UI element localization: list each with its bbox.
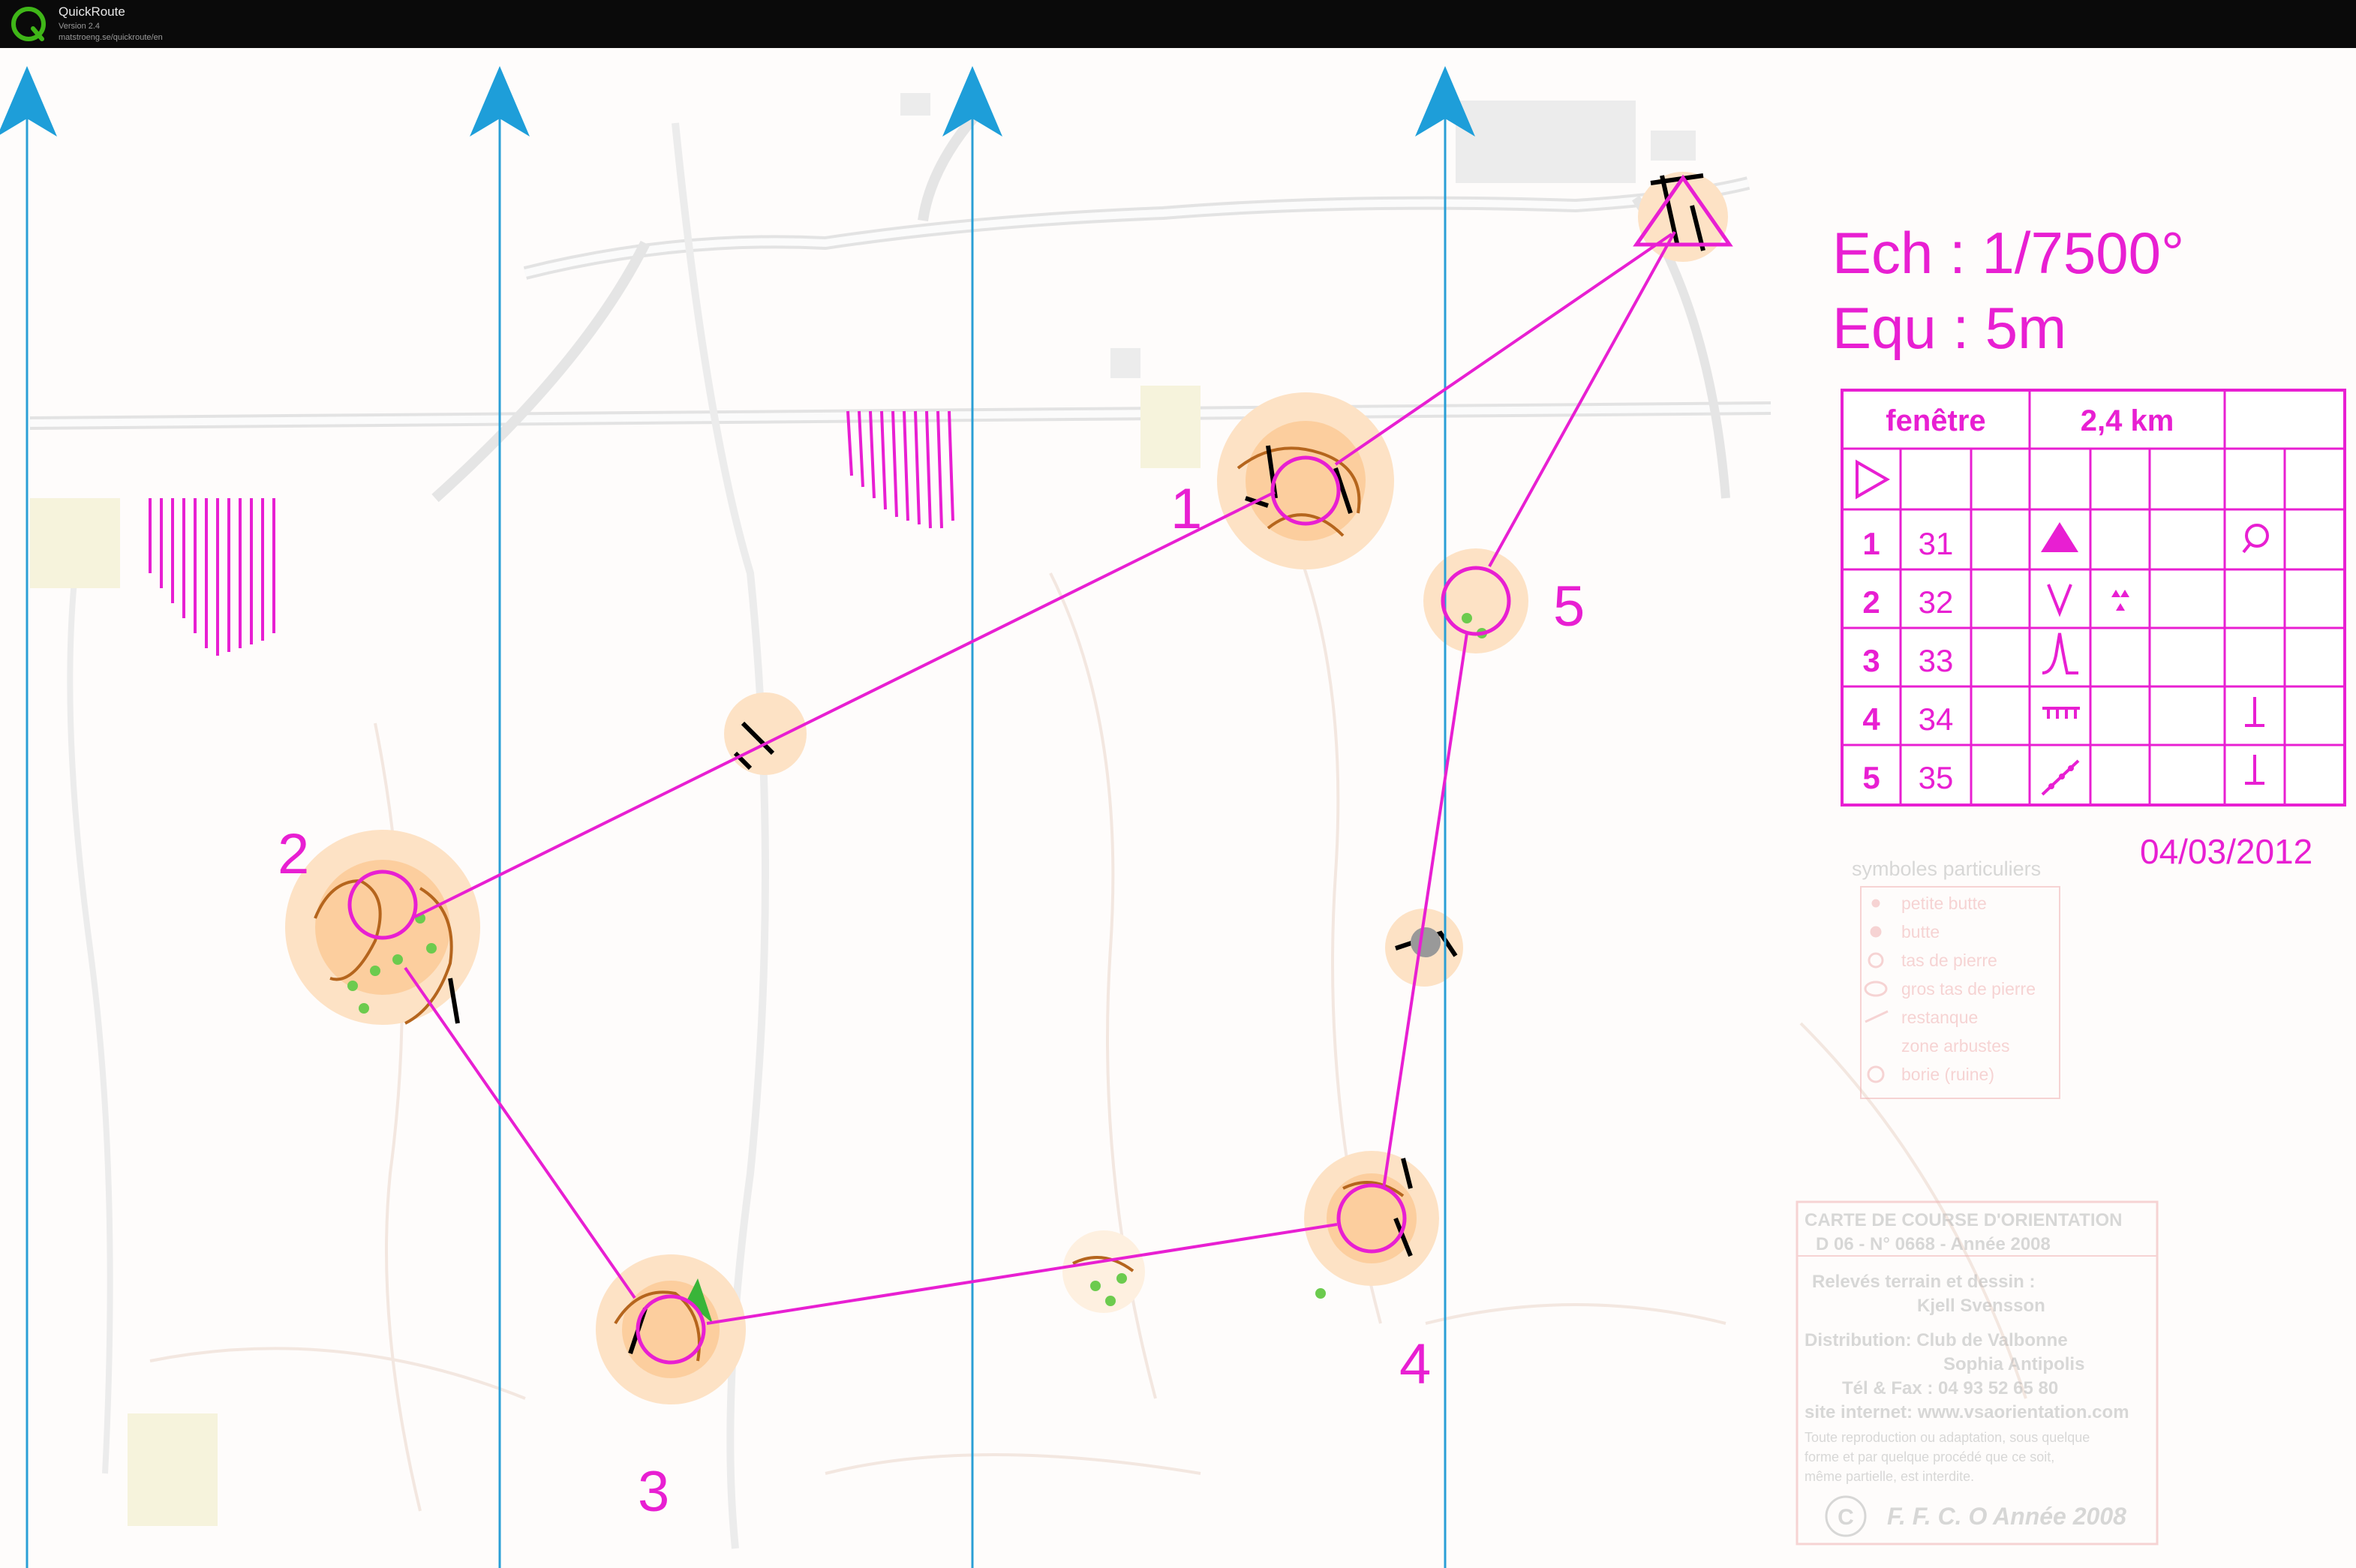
control-number-4: 4 — [1399, 1332, 1431, 1396]
map-scale-label: Ech : 1/7500° — [1832, 220, 2184, 286]
event-date: 04/03/2012 — [2140, 832, 2312, 871]
special-symbol-item: zone arbustes — [1901, 1036, 2009, 1056]
credits-line: F. F. C. O Année 2008 — [1887, 1503, 2126, 1530]
row-code-5: 35 — [1919, 760, 1954, 795]
credits-line: Sophia Antipolis — [1943, 1354, 2084, 1374]
credits-line: Toute reproduction ou adaptation, sous q… — [1805, 1430, 2090, 1445]
row-code-2: 32 — [1919, 584, 1954, 620]
app-url[interactable]: matstroeng.se/quickroute/en — [59, 33, 163, 42]
special-symbol-item: borie (ruine) — [1901, 1065, 1994, 1084]
row-number-2: 2 — [1862, 584, 1880, 620]
course-name: fenêtre — [1886, 404, 1985, 437]
control-number-2: 2 — [278, 822, 309, 886]
row-code-1: 31 — [1919, 526, 1954, 561]
control-number-5: 5 — [1553, 575, 1585, 638]
copyright-icon: C — [1838, 1505, 1854, 1530]
course-length: 2,4 km — [2081, 404, 2174, 437]
row-number-1: 1 — [1862, 526, 1880, 561]
title-bar: QuickRoute Version 2.4 matstroeng.se/qui… — [0, 0, 2356, 48]
credits-line: Relevés terrain et dessin : — [1812, 1272, 2035, 1292]
control-number-1: 1 — [1170, 477, 1202, 541]
app-name: QuickRoute — [59, 5, 125, 19]
row-code-3: 33 — [1919, 643, 1954, 678]
row-number-4: 4 — [1862, 701, 1880, 737]
credits-line: Tél & Fax : 04 93 52 65 80 — [1842, 1378, 2058, 1398]
app-version: Version 2.4 — [59, 22, 101, 31]
equidistance-label: Equ : 5m — [1832, 295, 2066, 361]
control-number-3: 3 — [638, 1460, 669, 1524]
credits-line: Kjell Svensson — [1917, 1296, 2045, 1316]
special-symbol-item: gros tas de pierre — [1901, 979, 2036, 999]
credits-line: D 06 - N° 0668 - Année 2008 — [1816, 1234, 2051, 1254]
map-canvas[interactable]: 1 2 3 4 5 Ech : 1/7500° Equ : 5m fenêtre — [0, 48, 2356, 1568]
row-number-5: 5 — [1862, 760, 1880, 795]
special-symbol-item: butte — [1901, 922, 1940, 942]
credits-line: site internet: www.vsaorientation.com — [1805, 1402, 2129, 1422]
credits-line: Distribution: Club de Valbonne — [1805, 1330, 2068, 1350]
credits-line: forme et par quelque procédé que ce soit… — [1805, 1449, 2054, 1464]
boulder-field — [1411, 927, 1441, 957]
orienteering-map[interactable]: 1 2 3 4 5 Ech : 1/7500° Equ : 5m fenêtre — [0, 48, 2356, 1568]
credits-line: CARTE DE COURSE D'ORIENTATION — [1805, 1210, 2123, 1230]
description-sheet: fenêtre 2,4 km 1 31 2 32 3 33 4 34 5 35 — [1841, 389, 2346, 807]
row-number-3: 3 — [1862, 643, 1880, 678]
special-symbol-item: restanque — [1901, 1008, 1978, 1027]
credits-line: même partielle, est interdite. — [1805, 1469, 1974, 1484]
row-code-4: 34 — [1919, 701, 1954, 737]
special-symbol-item: petite butte — [1901, 894, 1987, 913]
quickroute-logo-icon — [11, 7, 46, 41]
special-symbols-title: symboles particuliers — [1852, 858, 2041, 880]
special-symbol-item: tas de pierre — [1901, 951, 1997, 970]
